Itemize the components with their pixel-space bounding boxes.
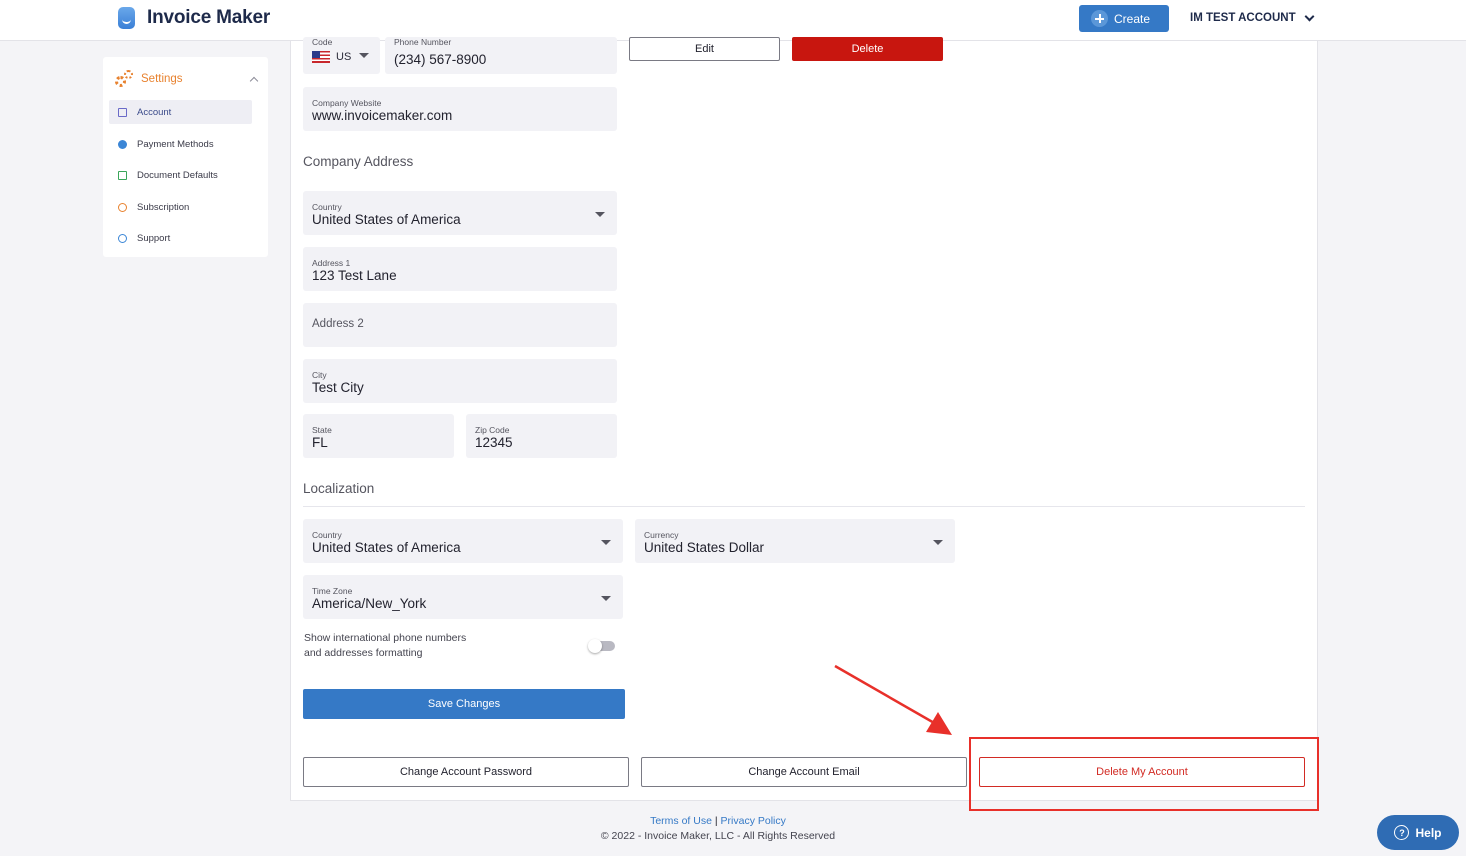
sidebar-item-label: Support	[137, 232, 171, 244]
support-icon	[118, 233, 127, 243]
phone-code-label: Code	[312, 37, 333, 47]
currency-value: United States Dollar	[644, 540, 765, 555]
app-name: Invoice Maker	[147, 7, 271, 28]
dropdown-caret-icon	[601, 540, 611, 545]
phone-number-field[interactable]: Phone Number (234) 567-8900	[385, 37, 617, 74]
chevron-down-icon	[1304, 11, 1315, 21]
account-settings-panel: Code US Phone Number (234) 567-8900 Edit…	[290, 37, 1318, 801]
settings-section-toggle[interactable]: Settings	[115, 69, 260, 89]
settings-title: Settings	[141, 73, 183, 85]
subscription-icon	[118, 202, 127, 212]
company-website-label: Company Website	[312, 98, 382, 108]
sidebar-item-label: Account	[137, 106, 172, 118]
company-country-label: Country	[312, 202, 342, 212]
address1-value: 123 Test Lane	[312, 268, 397, 283]
app-logo[interactable]: Invoice Maker	[118, 7, 270, 29]
payment-icon	[118, 139, 127, 149]
question-mark-icon: ?	[1394, 825, 1410, 840]
company-country-value: United States of America	[312, 212, 461, 227]
sidebar-item-support[interactable]: Support	[109, 226, 252, 250]
phone-code-value: US	[336, 51, 352, 63]
dropdown-caret-icon	[595, 212, 605, 217]
address1-field[interactable]: Address 1 123 Test Lane	[303, 247, 617, 291]
intl-format-line-2: and addresses formatting	[304, 647, 423, 659]
sidebar-item-payment-methods[interactable]: Payment Methods	[109, 132, 252, 156]
localization-country-value: United States of America	[312, 540, 461, 555]
change-account-password-button[interactable]: Change Account Password	[303, 757, 629, 787]
address1-label: Address 1	[312, 258, 351, 268]
change-account-email-button[interactable]: Change Account Email	[641, 757, 967, 787]
privacy-policy-link[interactable]: Privacy Policy	[721, 815, 786, 827]
zip-code-field[interactable]: Zip Code 12345	[466, 414, 617, 458]
phone-code-value-wrap: US	[312, 51, 351, 63]
sidebar-item-label: Subscription	[137, 201, 190, 213]
help-button-label: Help	[1415, 825, 1442, 840]
address2-field[interactable]: Address 2	[303, 303, 617, 347]
us-flag-icon	[312, 51, 330, 63]
create-button-label: Create	[1114, 11, 1151, 26]
address2-placeholder: Address 2	[312, 318, 364, 330]
dropdown-caret-icon	[601, 596, 611, 601]
dropdown-caret-icon	[933, 540, 943, 545]
sidebar-item-label: Document Defaults	[137, 169, 218, 181]
localization-heading: Localization	[303, 481, 375, 496]
account-icon	[118, 107, 127, 117]
dropdown-caret-icon	[359, 53, 369, 58]
localization-divider	[303, 506, 1305, 507]
phone-number-value: (234) 567-8900	[394, 52, 487, 67]
footer-links: Terms of Use | Privacy Policy	[0, 815, 1436, 827]
intl-format-toggle[interactable]	[588, 639, 615, 653]
sidebar-item-account[interactable]: Account	[109, 100, 252, 124]
sidebar-item-subscription[interactable]: Subscription	[109, 195, 252, 219]
invoice-maker-logo-icon	[118, 7, 135, 29]
time-zone-label: Time Zone	[312, 586, 353, 596]
currency-select[interactable]: Currency United States Dollar	[635, 519, 955, 563]
time-zone-value: America/New_York	[312, 596, 427, 611]
company-website-value: www.invoicemaker.com	[312, 108, 453, 123]
settings-sidebar: Settings Account Payment Methods Documen…	[103, 57, 268, 257]
company-website-field[interactable]: Company Website www.invoicemaker.com	[303, 87, 617, 131]
delete-logo-button[interactable]: Delete	[792, 37, 943, 61]
copyright-text: © 2022 - Invoice Maker, LLC - All Rights…	[600, 830, 836, 842]
footer-separator: |	[714, 815, 718, 827]
city-label: City	[312, 370, 327, 380]
currency-label: Currency	[644, 530, 679, 540]
create-button[interactable]: Create	[1079, 5, 1169, 32]
chevron-up-icon	[249, 76, 259, 86]
account-menu[interactable]: IM TEST ACCOUNT	[1190, 11, 1315, 24]
company-country-select[interactable]: Country United States of America	[303, 191, 617, 235]
state-field[interactable]: State FL	[303, 414, 454, 458]
state-label: State	[312, 425, 332, 435]
intl-format-description: Show international phone numbers and add…	[304, 631, 466, 661]
delete-my-account-button[interactable]: Delete My Account	[979, 757, 1305, 787]
gears-icon	[115, 70, 133, 88]
save-changes-button[interactable]: Save Changes	[303, 689, 625, 719]
plus-circle-icon	[1091, 10, 1108, 27]
zip-code-value: 12345	[475, 435, 513, 450]
documents-icon	[118, 170, 127, 180]
help-button[interactable]: ? Help	[1377, 815, 1459, 850]
phone-code-select[interactable]: Code US	[303, 37, 380, 74]
city-value: Test City	[312, 380, 364, 395]
sidebar-item-label: Payment Methods	[137, 138, 214, 150]
zip-code-label: Zip Code	[475, 425, 510, 435]
toggle-knob	[588, 639, 602, 653]
state-value: FL	[312, 435, 328, 450]
intl-format-line-1: Show international phone numbers	[304, 632, 467, 644]
terms-of-use-link[interactable]: Terms of Use	[650, 815, 712, 827]
localization-country-label: Country	[312, 530, 342, 540]
localization-country-select[interactable]: Country United States of America	[303, 519, 623, 563]
company-address-heading: Company Address	[303, 154, 414, 169]
page-footer: Terms of Use | Privacy Policy © 2022 - I…	[0, 815, 1436, 842]
top-navigation-bar: Invoice Maker Create IM TEST ACCOUNT	[0, 0, 1466, 41]
edit-logo-button[interactable]: Edit	[629, 37, 780, 61]
time-zone-select[interactable]: Time Zone America/New_York	[303, 575, 623, 619]
account-name: IM TEST ACCOUNT	[1190, 12, 1296, 24]
phone-number-label: Phone Number	[394, 37, 452, 47]
sidebar-item-document-defaults[interactable]: Document Defaults	[109, 163, 252, 187]
city-field[interactable]: City Test City	[303, 359, 617, 403]
